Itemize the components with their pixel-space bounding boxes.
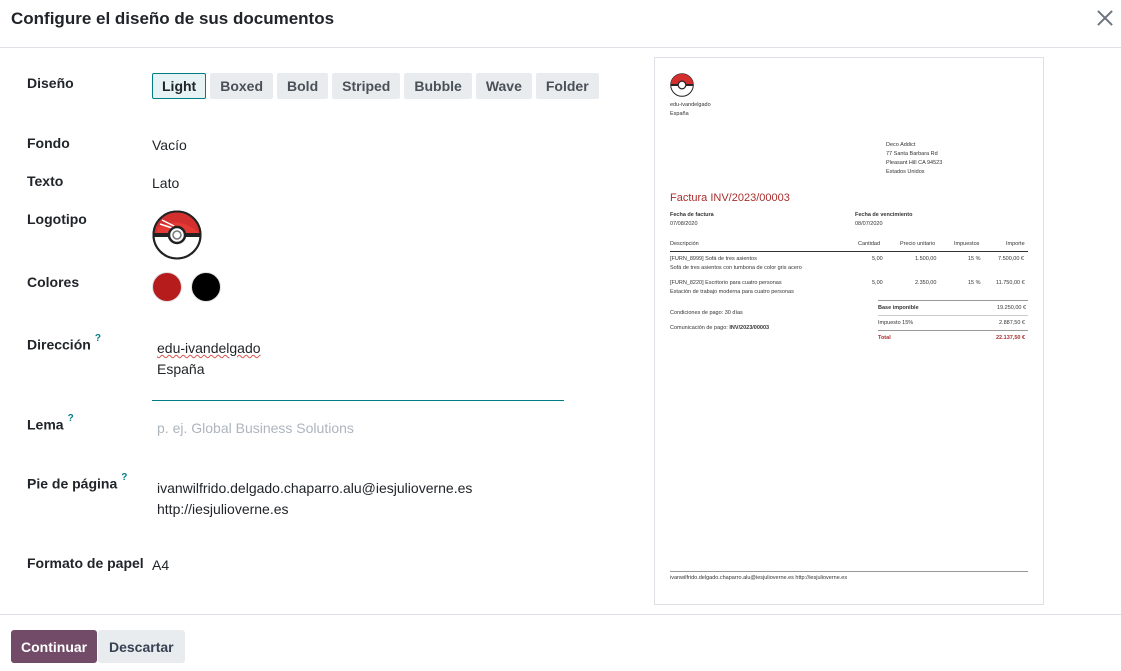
help-icon[interactable]: ? bbox=[121, 472, 127, 483]
layout-option-bold[interactable]: Bold bbox=[277, 73, 329, 99]
preview-line-desc: [FURN_8220] Escritorio para cuatro perso… bbox=[670, 280, 782, 286]
preview-subtotal: 19.250,00 € bbox=[997, 305, 1027, 311]
help-icon[interactable]: ? bbox=[95, 333, 101, 344]
preview-tax: 2.887,50 € bbox=[999, 320, 1025, 326]
dialog-footer-divider bbox=[0, 614, 1121, 615]
layout-option-wave[interactable]: Wave bbox=[475, 73, 532, 99]
paper-format-select[interactable]: A4 bbox=[152, 557, 169, 573]
preview-line-qty: 5,00 bbox=[872, 280, 883, 286]
preview-col-amount: Importe bbox=[1006, 241, 1025, 247]
background-label: Fondo bbox=[27, 135, 70, 151]
preview-due-date-label: Fecha de vencimiento bbox=[855, 212, 913, 218]
preview-col-quantity: Cantidad bbox=[858, 241, 881, 247]
address-textarea[interactable]: edu-ivandelgado España bbox=[152, 338, 564, 401]
preview-payment-comm-value: INV/2023/00003 bbox=[729, 325, 770, 331]
preview-col-taxes: Impuestos bbox=[954, 241, 980, 247]
layout-option-striped[interactable]: Striped bbox=[332, 73, 401, 99]
layout-option-boxed[interactable]: Boxed bbox=[210, 73, 274, 99]
address-label: Dirección? bbox=[27, 333, 101, 353]
preview-tax-label: Impuesto 15% bbox=[878, 320, 914, 326]
preview-payment-comm-label: Comunicación de pago: bbox=[670, 325, 728, 331]
preview-line-amount: 11.750,00 € bbox=[996, 280, 1025, 286]
preview-customer-line: Pleasant Hill CA 94523 bbox=[886, 160, 943, 166]
preview-col-description: Descripción bbox=[670, 241, 699, 247]
layout-option-light[interactable]: Light bbox=[152, 73, 207, 99]
layout-options: Light Boxed Bold Striped Bubble Wave Fol… bbox=[152, 73, 599, 99]
preview-customer-line: Deco Addict bbox=[886, 142, 916, 148]
logo-label: Logotipo bbox=[27, 211, 87, 227]
layout-option-bubble[interactable]: Bubble bbox=[404, 73, 472, 99]
preview-header-rule bbox=[670, 251, 1028, 252]
preview-line-price: 1.500,00 bbox=[915, 256, 937, 262]
preview-total: 22.137,50 € bbox=[996, 335, 1026, 341]
preview-payment-terms: Condiciones de pago: 30 días bbox=[670, 310, 743, 316]
footer-textarea[interactable]: ivanwilfrido.delgado.chaparro.alu@iesjul… bbox=[157, 478, 472, 520]
pokeball-logo[interactable] bbox=[152, 210, 202, 260]
footer-line-2: http://iesjulioverne.es bbox=[157, 501, 289, 517]
document-preview: edu-ivandelgado España Deco Addict 77 Sa… bbox=[654, 57, 1044, 605]
preview-invoice-date: 07/08/2020 bbox=[670, 221, 698, 227]
layout-option-folder[interactable]: Folder bbox=[535, 73, 599, 99]
primary-color-swatch[interactable] bbox=[152, 272, 182, 302]
preview-customer-line: Estados Unidos bbox=[886, 169, 925, 175]
secondary-color-swatch[interactable] bbox=[191, 272, 221, 302]
preview-line-sub: Estación de trabajo moderna para cuatro … bbox=[670, 289, 794, 295]
preview-invoice-date-label: Fecha de factura bbox=[670, 212, 714, 218]
address-label-text: Dirección bbox=[27, 336, 91, 353]
preview-line-tax: 15 % bbox=[968, 280, 981, 286]
preview-line-price: 2.350,00 bbox=[915, 280, 937, 286]
preview-subtotal-rule bbox=[878, 315, 1028, 316]
preview-company-country: España bbox=[670, 111, 689, 117]
preview-tax-rule bbox=[878, 330, 1028, 331]
preview-line-desc: [FURN_8999] Sofá de tres asientos bbox=[670, 256, 757, 262]
preview-col-unit-price: Precio unitario bbox=[900, 241, 936, 247]
discard-button[interactable]: Descartar bbox=[98, 630, 185, 663]
colors-label: Colores bbox=[27, 274, 80, 290]
preview-line-sub: Sofá de tres asientos con tumbona de col… bbox=[670, 265, 802, 271]
footer-label: Pie de página? bbox=[27, 472, 127, 492]
layout-label: Diseño bbox=[27, 75, 74, 91]
preview-invoice-title: Factura INV/2023/00003 bbox=[670, 192, 790, 204]
background-select[interactable]: Vacío bbox=[152, 137, 187, 153]
preview-total-label: Total bbox=[878, 335, 891, 341]
address-line-1: edu-ivandelgado bbox=[157, 340, 261, 356]
footer-line-1: ivanwilfrido.delgado.chaparro.alu@iesjul… bbox=[157, 480, 473, 496]
help-icon[interactable]: ? bbox=[68, 413, 74, 424]
dialog-title: Configure el diseño de sus documentos bbox=[11, 9, 335, 28]
paper-format-label: Formato de papel bbox=[27, 555, 144, 571]
preview-payment-comm: Comunicación de pago: INV/2023/00003 bbox=[670, 325, 769, 331]
preview-totals-rule bbox=[878, 300, 1028, 301]
tagline-label-text: Lema bbox=[27, 416, 64, 433]
continue-button[interactable]: Continuar bbox=[11, 630, 98, 663]
preview-logo bbox=[670, 73, 694, 97]
preview-line-tax: 15 % bbox=[968, 256, 981, 262]
font-select[interactable]: Lato bbox=[152, 175, 179, 191]
tagline-label: Lema? bbox=[27, 413, 74, 433]
tagline-input[interactable]: p. ej. Global Business Solutions bbox=[157, 420, 354, 436]
preview-subtotal-label: Base imponible bbox=[878, 305, 919, 311]
font-label: Texto bbox=[27, 173, 64, 189]
preview-line-amount: 7.500,00 € bbox=[998, 256, 1024, 262]
footer-label-text: Pie de página bbox=[27, 475, 118, 492]
address-line-2: España bbox=[157, 361, 205, 377]
preview-company-name: edu-ivandelgado bbox=[670, 102, 711, 108]
preview-due-date: 08/07/2020 bbox=[855, 221, 883, 227]
preview-footer-rule bbox=[670, 571, 1028, 572]
dialog-header: Configure el diseño de sus documentos bbox=[0, 0, 1121, 48]
close-icon[interactable] bbox=[1095, 8, 1115, 28]
preview-line-qty: 5,00 bbox=[872, 256, 883, 262]
preview-footer-text: ivanwilfrido.delgado.chaparro.alu@iesjul… bbox=[670, 575, 848, 581]
preview-customer-line: 77 Santa Barbara Rd bbox=[886, 151, 938, 157]
